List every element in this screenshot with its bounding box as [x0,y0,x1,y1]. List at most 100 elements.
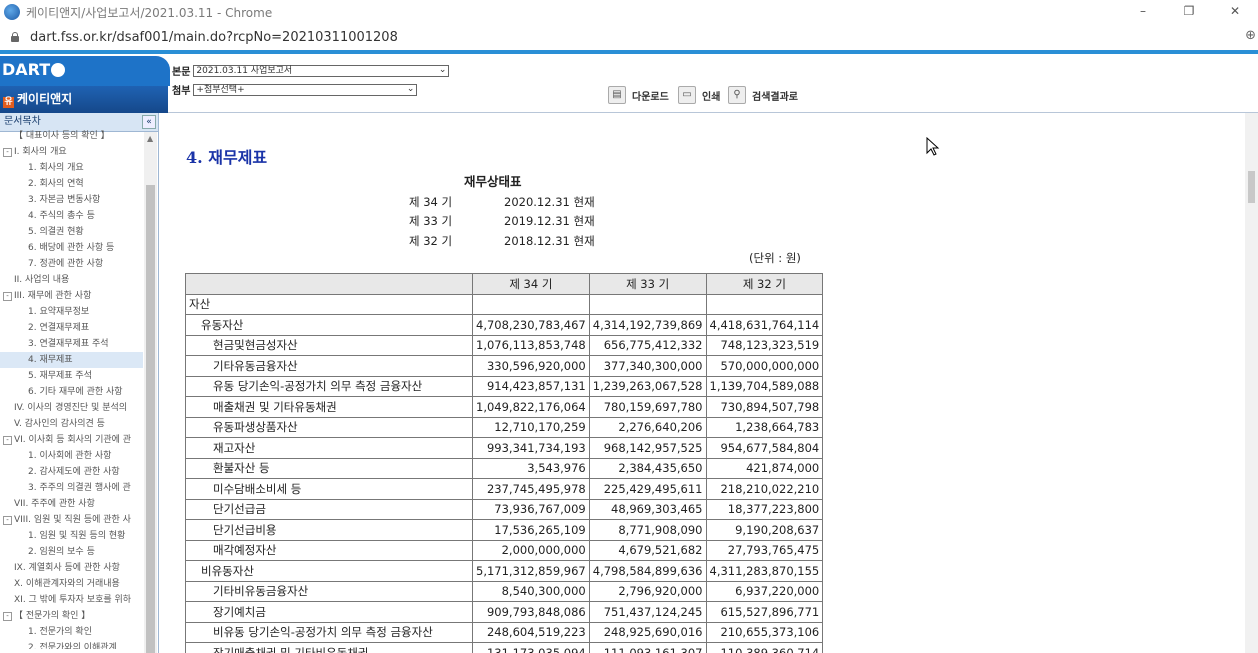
scroll-up-icon[interactable]: ▲ [147,134,153,143]
attach-select[interactable]: +첨부선택+ ⌄ [193,83,418,96]
chevron-down-icon: ⌄ [438,64,447,75]
amount-cell: 8,771,908,090 [588,519,707,541]
main-doc-label: 본문 [172,67,191,78]
toc-item[interactable]: 2. 회사의 연혁 [0,176,143,192]
minimize-icon[interactable]: – [1120,0,1166,24]
amount-cell: 909,793,848,086 [472,601,590,623]
document-scrollbar[interactable] [1245,113,1258,653]
amount-cell: 210,655,373,106 [705,621,824,643]
toc-item[interactable]: - III. 재무에 관한 사항 [0,288,143,304]
address-bar[interactable]: dart.fss.or.kr/dsaf001/main.do?rcpNo=202… [0,24,1258,51]
amount-cell: 2,000,000,000 [472,539,590,561]
toc-item[interactable]: II. 사업의 내용 [0,272,143,288]
company-name-bar: 유 케이티앤지 [0,86,168,113]
restore-icon[interactable]: ❐ [1166,0,1212,24]
document-viewer: 4. 재무제표 재무상태표 제 34 기 2020.12.31 현재 제 33 기… [159,113,1245,653]
period-date: 2019.12.31 현재 [504,214,595,228]
print-button[interactable]: ▭ 인쇄 [678,86,720,104]
toc-item[interactable]: 1. 회사의 개요 [0,160,143,176]
toc-item[interactable]: 1. 이사회에 관한 사항 [0,448,143,464]
toc-item[interactable]: 3. 주주의 의결권 행사에 관 [0,480,143,496]
toc-item[interactable]: IV. 이사의 경영진단 및 분석의 [0,400,143,416]
search-result-button[interactable]: ⚲ 검색결과로 [728,86,798,104]
url-text[interactable]: dart.fss.or.kr/dsaf001/main.do?rcpNo=202… [30,30,398,45]
period-date: 2020.12.31 현재 [504,195,595,209]
toc-item-label: I. 회사의 개요 [14,147,67,157]
collapse-toggle-icon[interactable]: - [3,612,12,621]
collapse-toggle-icon[interactable]: - [3,516,12,525]
main-doc-select[interactable]: 2021.03.11 사업보고서 ⌄ [193,64,450,77]
collapse-toggle-icon[interactable]: - [3,148,12,157]
toc-item[interactable]: 5. 의결권 현황 [0,224,143,240]
toc-item[interactable]: 3. 연결재무제표 주석 [0,336,143,352]
dart-logo[interactable]: DART [0,56,170,86]
toc-item-label: 1. 임원 및 직원 등의 현황 [28,531,126,541]
collapse-toggle-icon[interactable]: - [3,292,12,301]
collapse-toggle-icon[interactable]: - [3,436,12,445]
document-scroll-thumb[interactable] [1248,171,1255,203]
translate-icon[interactable]: ⊕ [1245,28,1256,43]
toc-item[interactable]: 4. 주식의 총수 등 [0,208,143,224]
toc-item[interactable]: IX. 계열회사 등에 관한 사항 [0,560,143,576]
toc-item[interactable]: - VI. 이사회 등 회사의 기관에 관 [0,432,143,448]
toc-item[interactable]: - VIII. 임원 및 직원 등에 관한 사 [0,512,143,528]
account-name: 유동 당기손익-공정가치 의무 측정 금융자산 [185,375,473,397]
period-label: 제 34 기 [409,195,453,209]
toc-item[interactable]: - I. 회사의 개요 [0,144,143,160]
collapse-sidebar-icon[interactable]: « [142,115,156,129]
amount-cell: 18,377,223,800 [705,498,824,520]
toc-item[interactable]: 3. 자본금 변동사항 [0,192,143,208]
amount-cell: 225,429,495,611 [588,478,707,500]
table-row: 비유동 당기손익-공정가치 의무 측정 금융자산 248,604,519,223 2… [185,621,824,643]
table-row: 재고자산 993,341,734,193 968,142,957,525 954,67… [185,437,824,459]
amount-cell: 4,311,283,870,155 [705,560,824,582]
toc-item[interactable]: 6. 기타 재무에 관한 사항 [0,384,143,400]
toc-item[interactable]: 1. 전문가의 확인 [0,624,143,640]
close-icon[interactable]: ✕ [1212,0,1258,24]
toc-item[interactable]: 4. 재무제표 [0,352,143,368]
amount-cell: 110,389,360,714 [705,642,824,653]
amount-cell: 218,210,022,210 [705,478,824,500]
account-name: 기타유동금융자산 [185,355,473,377]
table-row: 자산 [185,293,824,315]
toc-item[interactable]: XI. 그 밖에 투자자 보호를 위하 [0,592,143,608]
dart-header: DART 유 케이티앤지 본문 2021.03.11 사업보고서 ⌄ 첨부 +첨부… [0,54,1258,113]
table-row: 장기매출채권 및 기타비유동채권 131,173,035,094 111,093,1… [185,642,824,653]
lock-icon[interactable] [10,32,20,42]
account-name: 자산 [185,293,473,315]
amount-cell: 2,276,640,206 [588,416,707,438]
download-button[interactable]: ▤ 다운로드 [608,86,669,104]
amount-cell: 27,793,765,475 [705,539,824,561]
account-name: 단기선급금 [185,498,473,520]
column-header: 제 32 기 [705,273,824,295]
amount-cell: 748,123,323,519 [705,334,824,356]
amount-cell: 8,540,300,000 [472,580,590,602]
toc-item-label: 2. 회사의 연혁 [28,179,84,189]
toc-item[interactable]: 6. 배당에 관한 사항 등 [0,240,143,256]
toc-item[interactable]: 2. 전문가와의 이해관계 [0,640,143,649]
toc-item[interactable]: X. 이해관계자와의 거래내용 [0,576,143,592]
toc-item[interactable]: 2. 연결재무제표 [0,320,143,336]
account-name: 유동파생상품자산 [185,416,473,438]
toc-scrollbar[interactable]: ▲ [144,132,157,653]
amount-cell: 780,159,697,780 [588,396,707,418]
toc-item[interactable]: 【 대표이사 등의 확인 】 [0,128,143,144]
toc-item-label: 7. 정관에 관한 사항 [28,259,104,269]
column-header: 제 33 기 [588,273,707,295]
toc-item-label: 5. 의결권 현황 [28,227,84,237]
amount-cell: 615,527,896,771 [705,601,824,623]
toc-item[interactable]: 2. 임원의 보수 등 [0,544,143,560]
toc-item[interactable]: VII. 주주에 관한 사항 [0,496,143,512]
amount-cell: 4,679,521,682 [588,539,707,561]
amount-cell [472,293,590,315]
toc-item[interactable]: 2. 감사제도에 관한 사항 [0,464,143,480]
toc-item[interactable]: 5. 재무제표 주석 [0,368,143,384]
toc-scroll-thumb[interactable] [146,185,155,653]
toc-item[interactable]: 7. 정관에 관한 사항 [0,256,143,272]
toc-item[interactable]: - 【 전문가의 확인 】 [0,608,143,624]
table-row: 유동 당기손익-공정가치 의무 측정 금융자산 914,423,857,131 1,… [185,375,824,397]
toc-item[interactable]: V. 감사인의 감사의견 등 [0,416,143,432]
toc-item[interactable]: 1. 임원 및 직원 등의 현황 [0,528,143,544]
toc-item[interactable]: 1. 요약재무정보 [0,304,143,320]
toc-item-label: VI. 이사회 등 회사의 기관에 관 [14,435,132,445]
